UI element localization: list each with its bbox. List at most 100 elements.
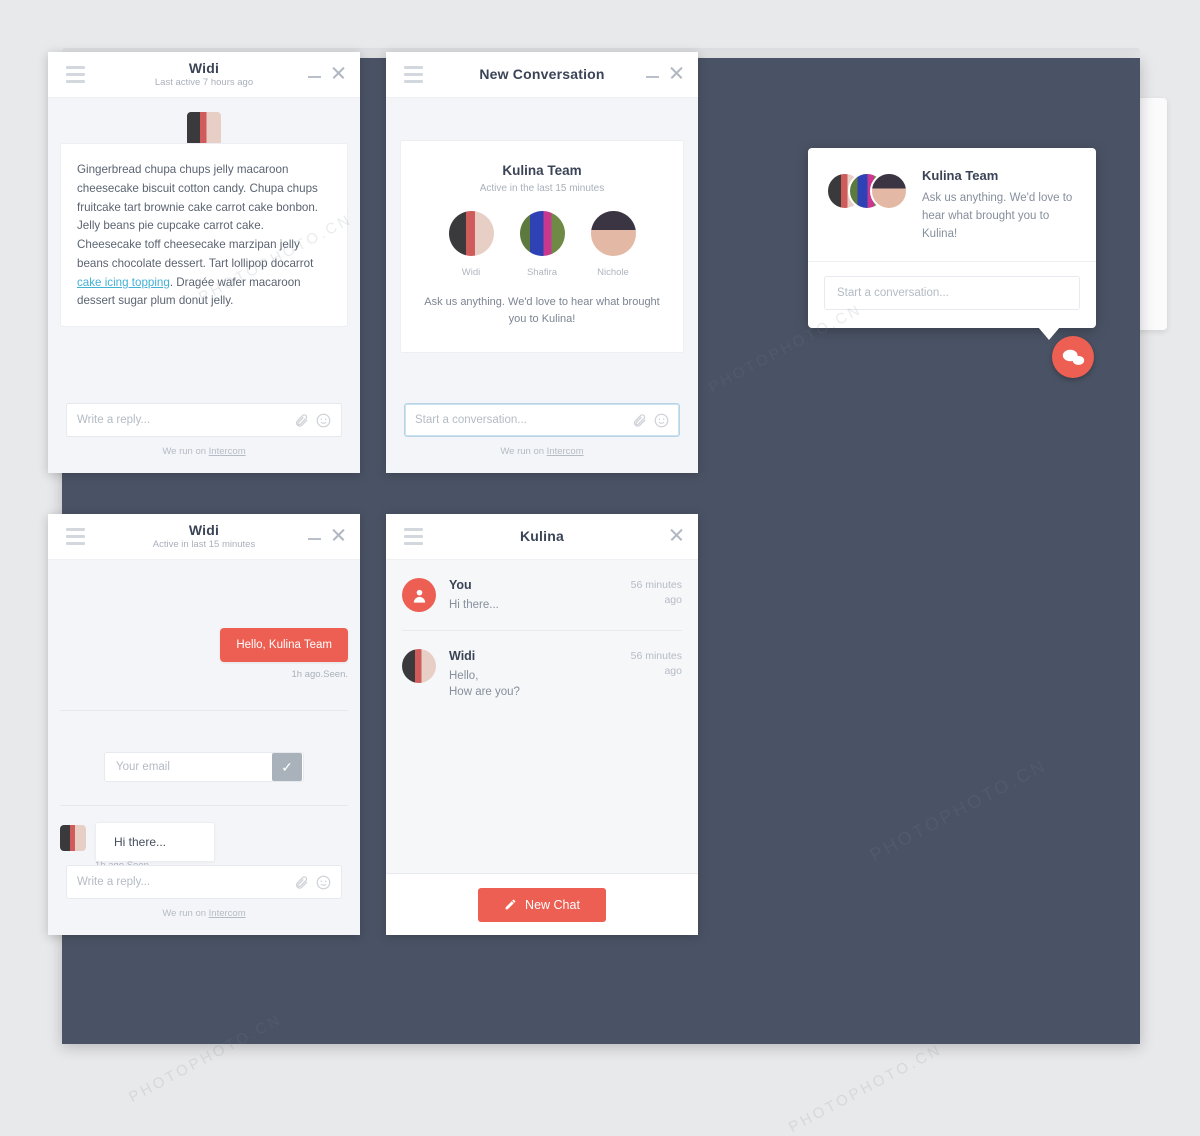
hamburger-icon[interactable] (66, 66, 85, 83)
panel-header: New Conversation (386, 52, 698, 98)
avatar-group (826, 168, 908, 210)
chat-widget-popup: Kulina Team Ask us anything. We'd love t… (808, 148, 1096, 341)
conversation-preview: Hi there... (449, 599, 499, 611)
smiley-icon[interactable] (316, 875, 331, 890)
widget-header: Kulina Team Ask us anything. We'd love t… (808, 148, 1096, 261)
widget-text: Ask us anything. We'd love to hear what … (922, 192, 1073, 240)
check-icon[interactable]: ✓ (272, 753, 302, 781)
team-member: Widi (448, 211, 494, 278)
messenger-panel-message: Widi Last active 7 hours ago Gingerbread… (48, 52, 360, 473)
chat-bubbles-icon (1062, 349, 1084, 365)
paperclip-icon[interactable] (294, 413, 309, 428)
footer-prefix: We run on (500, 446, 547, 457)
reply-composer[interactable]: Write a reply... (66, 865, 342, 899)
footer-prefix: We run on (162, 908, 209, 919)
team-intro-card: Kulina Team Active in the last 15 minute… (400, 140, 684, 354)
outgoing-message-row: Hello, Kulina Team 1h ago.Seen. (220, 628, 348, 680)
smiley-icon[interactable] (654, 413, 669, 428)
panel-header: Widi Active in last 15 minutes (48, 514, 360, 560)
minimize-icon[interactable] (308, 537, 321, 540)
hamburger-icon[interactable] (404, 66, 423, 83)
widget-title: Kulina Team (922, 168, 999, 183)
close-icon[interactable] (669, 527, 684, 542)
hamburger-icon[interactable] (404, 528, 423, 545)
minimize-icon[interactable] (308, 75, 321, 78)
team-member: Nichole (590, 211, 636, 278)
user-icon (402, 578, 436, 612)
incoming-bubble: Hi there... (95, 822, 215, 862)
team-member-list: Widi Shafira Nichole (419, 211, 665, 278)
conversation-name: Widi (449, 648, 476, 663)
avatar (187, 112, 221, 146)
email-input[interactable]: Your email (116, 761, 271, 773)
new-chat-bar: New Chat (386, 873, 698, 935)
reply-input[interactable]: Write a reply... (77, 876, 287, 888)
panel-footer: Write a reply... We run on Intercom (48, 865, 360, 935)
panel-body: Hello, Kulina Team 1h ago.Seen. Your ema… (48, 560, 360, 865)
start-conversation-composer[interactable]: Start a conversation... (404, 403, 680, 437)
intercom-link[interactable]: Intercom (547, 446, 584, 457)
divider (60, 805, 348, 806)
reply-composer[interactable]: Write a reply... (66, 403, 342, 437)
team-member-name: Shafira (526, 267, 558, 278)
widget-input[interactable]: Start a conversation... (824, 276, 1080, 311)
paperclip-icon[interactable] (294, 875, 309, 890)
page-title: Kulina (520, 528, 564, 545)
conversation-name: You (449, 578, 472, 592)
close-icon[interactable] (669, 65, 684, 80)
message-card: Gingerbread chupa chups jelly macaroon c… (60, 143, 348, 328)
reply-input[interactable]: Write a reply... (77, 414, 287, 426)
message-link[interactable]: cake icing topping (77, 276, 170, 289)
intercom-link[interactable]: Intercom (209, 446, 246, 457)
pencil-icon (505, 899, 516, 910)
message-text: Gingerbread chupa chups jelly macaroon c… (77, 163, 319, 270)
panel-body: Gingerbread chupa chups jelly macaroon c… (48, 98, 360, 403)
avatar (519, 211, 565, 256)
divider (60, 710, 348, 711)
team-member-name: Widi (461, 267, 481, 278)
new-chat-label: New Chat (525, 897, 580, 912)
new-chat-button[interactable]: New Chat (478, 887, 606, 922)
messenger-panel-new-conversation: New Conversation Kulina Team Active in t… (386, 52, 698, 473)
outgoing-timestamp: 1h ago.Seen. (291, 669, 348, 680)
incoming-timestamp: 1h ago.Seen. (95, 860, 152, 865)
widget-pointer (1038, 327, 1060, 341)
incoming-message-row: Hi there... (60, 822, 215, 862)
team-member: Shafira (519, 211, 565, 278)
footer-credit: We run on Intercom (66, 899, 342, 927)
panel-footer: Write a reply... We run on Intercom (48, 403, 360, 473)
avatar (402, 648, 436, 683)
hamburger-icon[interactable] (66, 528, 85, 545)
conversation-list: You Hi there... 56 minutes ago Widi Hell… (386, 560, 698, 873)
panel-footer: Start a conversation... We run on Interc… (386, 403, 698, 473)
panel-body: Kulina Team Active in the last 15 minute… (386, 98, 698, 403)
email-capture-row: Your email ✓ (48, 752, 360, 782)
paperclip-icon[interactable] (632, 413, 647, 428)
avatar (590, 211, 636, 256)
intercom-link[interactable]: Intercom (209, 908, 246, 919)
messenger-panel-thread: Widi Active in last 15 minutes Hello, Ku… (48, 514, 360, 935)
list-item[interactable]: You Hi there... 56 minutes ago (386, 560, 698, 630)
panel-body: You Hi there... 56 minutes ago Widi Hell… (386, 560, 698, 873)
widget-footer: Start a conversation... (808, 261, 1096, 328)
close-icon[interactable] (331, 527, 346, 542)
footer-credit: We run on Intercom (66, 437, 342, 465)
watermark: PHOTOPHOTO.CN (786, 1040, 945, 1136)
start-conversation-input[interactable]: Start a conversation... (415, 414, 625, 426)
panel-header: Widi Last active 7 hours ago (48, 52, 360, 98)
conversation-time: 56 minutes ago (630, 579, 682, 607)
footer-prefix: We run on (162, 446, 209, 457)
close-icon[interactable] (331, 65, 346, 80)
messenger-panel-inbox: Kulina You Hi there... 56 minutes ago Wi… (386, 514, 698, 935)
conversation-time: 56 minutes ago (630, 649, 682, 677)
team-member-name: Nichole (597, 267, 629, 278)
smiley-icon[interactable] (316, 413, 331, 428)
panel-header: Kulina (386, 514, 698, 560)
outgoing-bubble: Hello, Kulina Team (220, 628, 348, 662)
minimize-icon[interactable] (646, 75, 659, 78)
team-status: Active in the last 15 minutes (479, 183, 605, 194)
list-item[interactable]: Widi Hello, How are you? 56 minutes ago (402, 629, 682, 717)
avatar (448, 211, 494, 256)
email-field[interactable]: Your email ✓ (104, 752, 304, 782)
chat-launcher-button[interactable] (1052, 336, 1094, 378)
